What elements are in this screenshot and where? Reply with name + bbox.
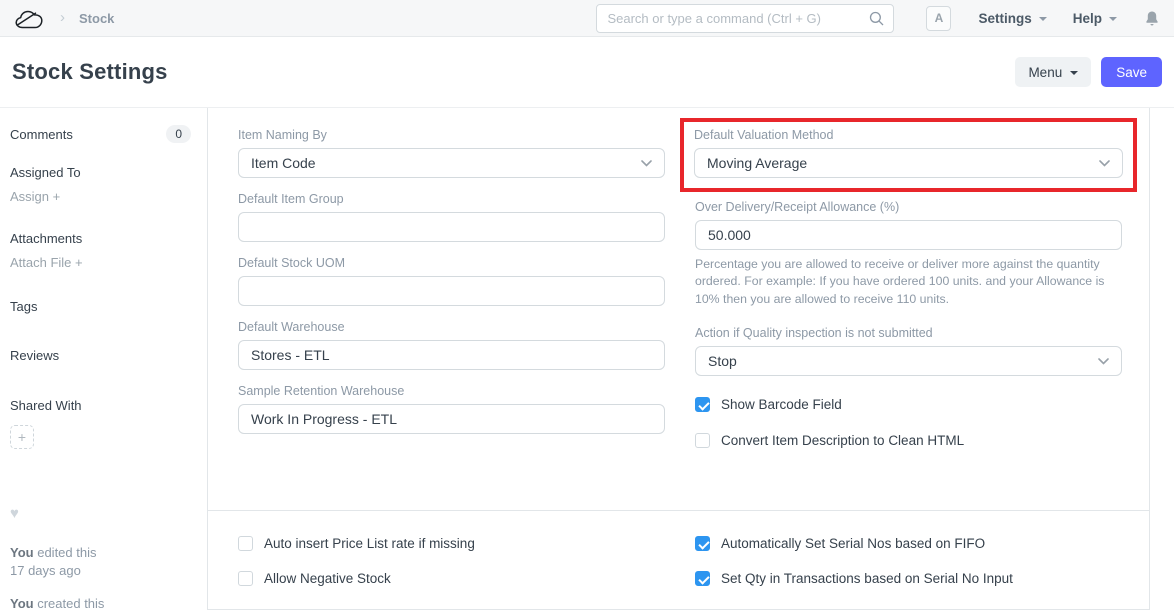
help-label: Help xyxy=(1073,11,1102,26)
edited-what: edited this xyxy=(37,545,96,560)
item-naming-by-value: Item Code xyxy=(251,155,316,171)
help-menu[interactable]: Help xyxy=(1073,11,1117,26)
edited-who: You xyxy=(10,545,34,560)
save-button[interactable]: Save xyxy=(1101,57,1162,87)
sample-retention-warehouse-input[interactable] xyxy=(238,404,665,434)
quality-inspection-action-select[interactable]: Stop xyxy=(695,346,1122,376)
settings-label: Settings xyxy=(978,11,1031,26)
menu-button-label: Menu xyxy=(1028,65,1062,80)
search-input[interactable] xyxy=(607,11,869,26)
field-over-delivery-allowance: Over Delivery/Receipt Allowance (%) Perc… xyxy=(695,200,1122,308)
form-column-left: Item Naming By Item Code Default Item Gr… xyxy=(238,128,665,510)
set-qty-serial-input-checkbox-row[interactable]: Set Qty in Transactions based on Serial … xyxy=(695,571,1122,586)
field-label: Sample Retention Warehouse xyxy=(238,384,665,398)
sidebar-reviews-label: Reviews xyxy=(10,348,191,363)
field-quality-inspection-action: Action if Quality inspection is not subm… xyxy=(695,326,1122,376)
field-sample-retention-warehouse: Sample Retention Warehouse xyxy=(238,384,665,434)
chevron-down-icon xyxy=(1098,358,1109,365)
form-sidebar: Comments 0 Assigned To Assign + Attachme… xyxy=(0,108,207,610)
search-icon xyxy=(869,11,884,26)
auto-insert-price-list-checkbox-row[interactable]: Auto insert Price List rate if missing xyxy=(238,536,665,551)
item-naming-by-select[interactable]: Item Code xyxy=(238,148,665,178)
quality-inspection-action-value: Stop xyxy=(708,353,737,369)
share-add-button[interactable]: + xyxy=(10,425,34,449)
over-delivery-allowance-input[interactable] xyxy=(695,220,1122,250)
checkbox[interactable] xyxy=(238,536,253,551)
edited-info: You edited this 17 days ago xyxy=(10,544,191,579)
default-stock-uom-input[interactable] xyxy=(238,276,665,306)
field-label: Action if Quality inspection is not subm… xyxy=(695,326,1122,340)
form-section-defaults: Item Naming By Item Code Default Item Gr… xyxy=(208,108,1149,510)
sidebar-assigned-to-label: Assigned To xyxy=(10,165,191,180)
menu-button[interactable]: Menu xyxy=(1015,57,1091,87)
attach-file-button[interactable]: Attach File + xyxy=(10,255,191,270)
sidebar-comments-label[interactable]: Comments xyxy=(10,127,73,142)
settings-menu[interactable]: Settings xyxy=(978,11,1046,26)
field-default-valuation-method: Default Valuation Method Moving Average xyxy=(694,128,1123,178)
form-section-flags: Auto insert Price List rate if missing A… xyxy=(208,510,1149,610)
comments-count-badge: 0 xyxy=(166,125,191,143)
field-label: Default Valuation Method xyxy=(694,128,1123,142)
sidebar-attachments-label: Attachments xyxy=(10,231,191,246)
assign-button[interactable]: Assign + xyxy=(10,189,191,204)
clean-html-checkbox-row[interactable]: Convert Item Description to Clean HTML xyxy=(695,433,1122,448)
avatar[interactable]: A xyxy=(926,6,951,31)
default-item-group-input[interactable] xyxy=(238,212,665,242)
checkbox-label: Automatically Set Serial Nos based on FI… xyxy=(721,536,985,551)
chevron-down-icon xyxy=(1070,71,1078,75)
edited-when: 17 days ago xyxy=(10,563,81,578)
default-valuation-method-select[interactable]: Moving Average xyxy=(694,148,1123,178)
like-heart-icon[interactable]: ♥ xyxy=(10,505,191,522)
field-label: Default Warehouse xyxy=(238,320,665,334)
highlight-annotation-box: Default Valuation Method Moving Average xyxy=(680,118,1137,192)
checkbox-label: Auto insert Price List rate if missing xyxy=(264,536,475,551)
checkbox[interactable] xyxy=(695,536,710,551)
page-head: Stock Settings Menu Save xyxy=(0,37,1174,108)
save-button-label: Save xyxy=(1116,65,1147,80)
checkbox-label: Set Qty in Transactions based on Serial … xyxy=(721,571,1013,586)
checkbox-label: Convert Item Description to Clean HTML xyxy=(721,433,964,448)
field-label: Item Naming By xyxy=(238,128,665,142)
chevron-down-icon xyxy=(1099,160,1110,167)
created-what: created this xyxy=(37,596,104,610)
navbar: › Stock A Settings Help xyxy=(0,0,1174,37)
page-title: Stock Settings xyxy=(12,59,168,85)
field-default-stock-uom: Default Stock UOM xyxy=(238,256,665,306)
default-valuation-method-value: Moving Average xyxy=(707,155,807,171)
app-logo-icon[interactable] xyxy=(14,7,44,30)
checkbox-label: Allow Negative Stock xyxy=(264,571,391,586)
chevron-down-icon xyxy=(1039,17,1047,21)
show-barcode-field-checkbox-row[interactable]: Show Barcode Field xyxy=(695,397,1122,412)
global-search[interactable] xyxy=(596,4,894,33)
checkbox[interactable] xyxy=(695,433,710,448)
field-label: Over Delivery/Receipt Allowance (%) xyxy=(695,200,1122,214)
form-column-right: Default Valuation Method Moving Average … xyxy=(695,128,1122,510)
default-warehouse-input[interactable] xyxy=(238,340,665,370)
field-description: Percentage you are allowed to receive or… xyxy=(695,256,1122,308)
checkbox-label: Show Barcode Field xyxy=(721,397,842,412)
checkbox[interactable] xyxy=(695,397,710,412)
checkbox[interactable] xyxy=(238,571,253,586)
field-default-item-group: Default Item Group xyxy=(238,192,665,242)
notifications-bell-icon[interactable] xyxy=(1144,10,1160,27)
form-column-right: Automatically Set Serial Nos based on FI… xyxy=(695,516,1122,586)
chevron-down-icon xyxy=(641,160,652,167)
breadcrumb[interactable]: Stock xyxy=(79,11,114,26)
form-column-left: Auto insert Price List rate if missing A… xyxy=(238,516,665,586)
checkbox[interactable] xyxy=(695,571,710,586)
sidebar-shared-with-label: Shared With xyxy=(10,398,191,413)
field-label: Default Item Group xyxy=(238,192,665,206)
auto-serial-fifo-checkbox-row[interactable]: Automatically Set Serial Nos based on FI… xyxy=(695,536,1122,551)
field-default-warehouse: Default Warehouse xyxy=(238,320,665,370)
breadcrumb-chevron-icon: › xyxy=(60,9,65,26)
created-who: You xyxy=(10,596,34,610)
chevron-down-icon xyxy=(1109,17,1117,21)
field-item-naming-by: Item Naming By Item Code xyxy=(238,128,665,178)
created-info: You created this 6 months ago xyxy=(10,595,191,610)
allow-negative-stock-checkbox-row[interactable]: Allow Negative Stock xyxy=(238,571,665,586)
field-label: Default Stock UOM xyxy=(238,256,665,270)
form-body: Item Naming By Item Code Default Item Gr… xyxy=(207,108,1150,610)
sidebar-tags-label[interactable]: Tags xyxy=(10,299,191,314)
